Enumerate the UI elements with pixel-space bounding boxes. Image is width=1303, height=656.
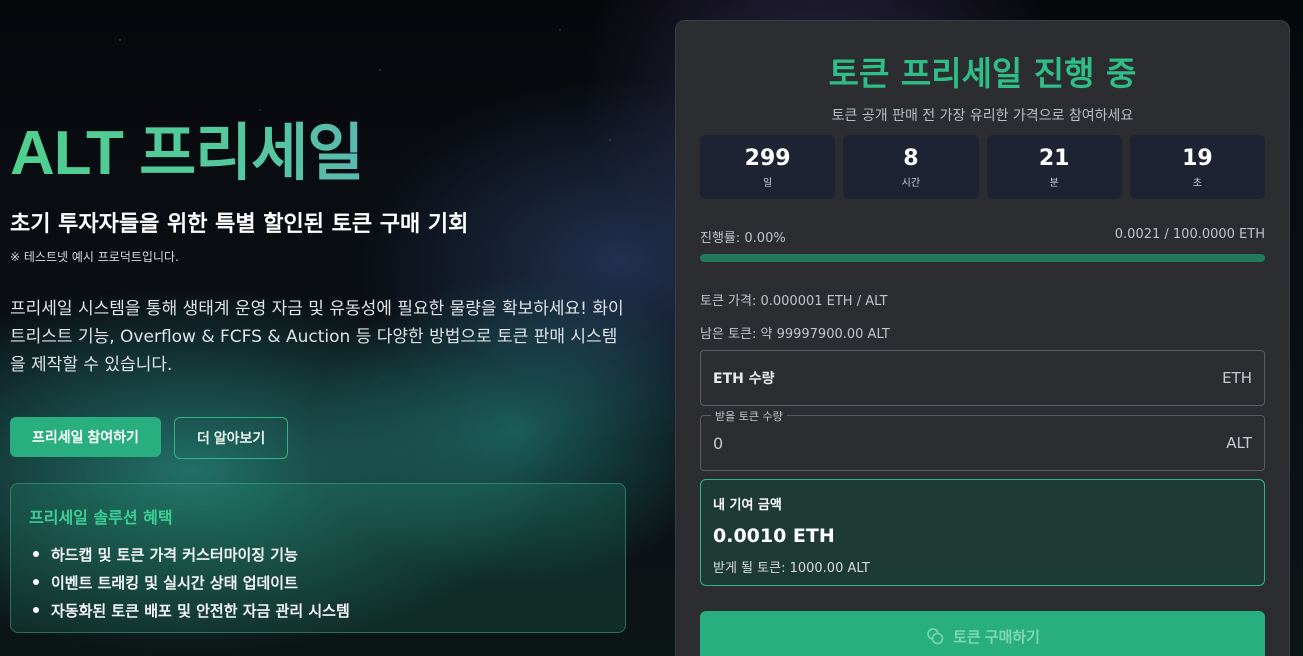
countdown-days: 299 일 — [700, 135, 836, 199]
coins-icon — [927, 628, 944, 645]
contribution-amount: 0.0010 ETH — [713, 525, 835, 547]
hero-description: 프리세일 시스템을 통해 생태계 운영 자금 및 유동성에 필요한 물량을 확보… — [10, 299, 624, 375]
hero-subtitle: 초기 투자자들을 위한 특별 할인된 토큰 구매 기회 — [10, 212, 469, 237]
benefit-item: 하드캡 및 토큰 가격 커스터마이징 기능 — [29, 540, 607, 568]
presale-panel: 토큰 프리세일 진행 중 토큰 공개 판매 전 가장 유리한 가격으로 참여하세… — [675, 20, 1290, 656]
benefits-list: 하드캡 및 토큰 가격 커스터마이징 기능 이벤트 트래킹 및 실시간 상태 업… — [29, 540, 607, 624]
token-price: 토큰 가격: 0.000001 ETH / ALT — [700, 294, 888, 309]
buy-button-label: 토큰 구매하기 — [953, 628, 1040, 646]
countdown-unit: 시간 — [901, 177, 921, 189]
join-presale-button[interactable]: 프리세일 참여하기 — [10, 417, 161, 457]
progress-label: 진행률: 0.00% — [700, 231, 786, 246]
panel-title: 토큰 프리세일 진행 중 — [828, 54, 1137, 93]
progress-info: 진행률: 0.00% 0.0021 / 100.0000 ETH — [700, 227, 1265, 246]
contribution-label: 내 기여 금액 — [713, 498, 782, 513]
countdown-minutes: 21 분 — [986, 135, 1122, 199]
cta-row: 프리세일 참여하기 더 알아보기 — [10, 417, 640, 459]
hero-title: ALT 프리세일 — [10, 118, 640, 190]
alt-unit: ALT — [1226, 434, 1252, 452]
countdown-value: 299 — [744, 145, 791, 171]
countdown-timer: 299 일 8 시간 21 분 19 초 — [700, 135, 1265, 199]
panel-subtitle: 토큰 공개 판매 전 가장 유리한 가격으로 참여하세요 — [831, 108, 1134, 124]
benefits-title: 프리세일 솔루션 혜택 — [29, 508, 173, 527]
bullet-icon — [33, 607, 39, 613]
countdown-unit: 초 — [1192, 177, 1202, 189]
countdown-hours: 8 시간 — [843, 135, 979, 199]
countdown-value: 8 — [903, 145, 919, 171]
token-amount-label: 받을 토큰 수량 — [711, 408, 787, 424]
testnet-note: ※ 테스트넷 예시 프로덕트입니다. — [10, 250, 179, 264]
countdown-value: 21 — [1038, 145, 1070, 171]
benefit-item: 자동화된 토큰 배포 및 안전한 자금 관리 시스템 — [29, 596, 607, 624]
token-amount-value: 0 — [713, 433, 724, 453]
eth-unit: ETH — [1222, 369, 1252, 387]
bullet-icon — [33, 579, 39, 585]
eth-amount-label: ETH 수량 — [713, 371, 775, 387]
countdown-unit: 분 — [1049, 177, 1059, 189]
progress-bar — [700, 254, 1265, 262]
countdown-unit: 일 — [763, 177, 773, 189]
benefit-text: 하드캡 및 토큰 가격 커스터마이징 기능 — [51, 545, 298, 564]
benefit-text: 자동화된 토큰 배포 및 안전한 자금 관리 시스템 — [51, 601, 350, 620]
remaining-tokens: 남은 토큰: 약 99997900.00 ALT — [700, 327, 890, 342]
hero-section: ALT 프리세일 초기 투자자들을 위한 특별 할인된 토큰 구매 기회 ※ 테… — [10, 118, 640, 459]
countdown-value: 19 — [1182, 145, 1213, 171]
learn-more-button[interactable]: 더 알아보기 — [173, 417, 289, 459]
token-amount-field[interactable]: 받을 토큰 수량 0 ALT — [700, 408, 1265, 471]
progress-amount: 0.0021 / 100.0000 ETH — [1114, 227, 1265, 242]
my-contribution-card: 내 기여 금액 0.0010 ETH 받게 될 토큰: 1000.00 ALT — [700, 479, 1265, 586]
countdown-seconds: 19 초 — [1129, 135, 1265, 199]
benefits-card: 프리세일 솔루션 혜택 하드캡 및 토큰 가격 커스터마이징 기능 이벤트 트래… — [10, 483, 626, 633]
tokens-to-receive: 받게 될 토큰: 1000.00 ALT — [713, 561, 870, 576]
benefit-item: 이벤트 트래킹 및 실시간 상태 업데이트 — [29, 568, 607, 596]
eth-amount-input[interactable]: ETH 수량 ETH — [700, 350, 1265, 406]
bullet-icon — [33, 551, 39, 557]
buy-tokens-button[interactable]: 토큰 구매하기 — [700, 611, 1265, 656]
benefit-text: 이벤트 트래킹 및 실시간 상태 업데이트 — [51, 573, 298, 592]
